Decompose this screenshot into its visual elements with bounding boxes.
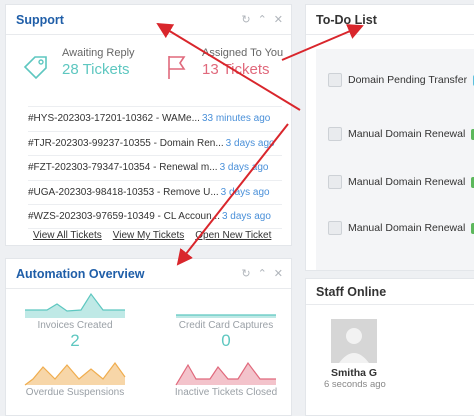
todo-panel-title: To-Do List bbox=[316, 12, 377, 27]
collapse-icon[interactable]: ⌃ bbox=[258, 267, 267, 280]
ticket-row[interactable]: #WZS-202303-97659-10349 - CL Accoun... 3… bbox=[28, 204, 282, 229]
todo-item-label: Manual Domain Renewal bbox=[348, 128, 466, 140]
todo-checkbox[interactable] bbox=[328, 175, 342, 189]
ticket-time: 3 days ago bbox=[219, 162, 269, 174]
staff-panel-title: Staff Online bbox=[316, 284, 387, 299]
todo-item[interactable]: Manual Domain Renewal P bbox=[328, 221, 474, 235]
credit-card-captures-value: 0 bbox=[221, 331, 231, 350]
view-all-tickets-link[interactable]: View All Tickets bbox=[33, 230, 102, 241]
todo-item[interactable]: Manual Domain Renewal P bbox=[328, 175, 474, 189]
view-my-tickets-link[interactable]: View My Tickets bbox=[113, 230, 185, 241]
support-panel-header: Support ↻ ⌃ ✕ bbox=[6, 5, 291, 35]
automation-overview-panel: Automation Overview ↻ ⌃ ✕ Invoices Creat… bbox=[5, 258, 292, 416]
todo-list-body: Domain Pending Transfer Manual Domain Re… bbox=[316, 49, 474, 270]
collapse-icon[interactable]: ⌃ bbox=[258, 13, 267, 26]
credit-card-captures-stat: Credit Card Captures 0 bbox=[171, 290, 281, 351]
todo-item[interactable]: Manual Domain Renewal P bbox=[328, 127, 474, 141]
assigned-to-you-stat[interactable]: Assigned To You 13 Tickets bbox=[166, 47, 283, 81]
avatar bbox=[331, 319, 377, 363]
overdue-sparkline bbox=[24, 361, 126, 386]
support-panel-title: Support bbox=[16, 12, 64, 27]
ticket-subject[interactable]: #FZT-202303-79347-10354 - Renewal m... bbox=[28, 162, 218, 173]
tag-icon bbox=[23, 56, 47, 80]
inactive-tickets-sparkline bbox=[175, 361, 276, 386]
close-icon[interactable]: ✕ bbox=[274, 267, 283, 280]
ticket-time: 3 days ago bbox=[225, 137, 275, 149]
staff-name: Smitha G bbox=[330, 367, 378, 379]
staff-member-card[interactable]: Smitha G 6 seconds ago bbox=[324, 319, 386, 390]
close-icon[interactable]: ✕ bbox=[274, 13, 283, 26]
refresh-icon[interactable]: ↻ bbox=[241, 267, 250, 280]
ticket-subject[interactable]: #TJR-202303-99237-10355 - Domain Ren... bbox=[28, 138, 224, 149]
invoices-created-value: 2 bbox=[70, 331, 80, 350]
ticket-row[interactable]: #TJR-202303-99237-10355 - Domain Ren... … bbox=[28, 130, 282, 156]
support-links: View All Tickets View My Tickets Open Ne… bbox=[33, 230, 271, 241]
flag-icon bbox=[168, 56, 186, 79]
inactive-tickets-closed-stat: Inactive Tickets Closed bbox=[171, 357, 281, 398]
ticket-time: 33 minutes ago bbox=[201, 113, 271, 125]
assigned-to-you-label: Assigned To You bbox=[202, 47, 284, 59]
automation-panel-title: Automation Overview bbox=[16, 266, 145, 281]
staff-online-panel: Staff Online Smitha G 6 seconds ago bbox=[305, 278, 474, 416]
invoices-created-stat: Invoices Created 2 bbox=[20, 290, 130, 351]
staff-panel-header: Staff Online bbox=[306, 279, 474, 305]
staff-last-seen: 6 seconds ago bbox=[324, 379, 386, 390]
assigned-to-you-value: 13 Tickets bbox=[202, 61, 270, 78]
ticket-subject[interactable]: #HYS-202303-17201-10362 - WAMe... bbox=[28, 113, 200, 124]
ticket-time: 3 days ago bbox=[220, 186, 270, 198]
ticket-row[interactable]: #UGA-202303-98418-10353 - Remove U... 3 … bbox=[28, 179, 282, 205]
awaiting-reply-stat[interactable]: Awaiting Reply 28 Tickets bbox=[22, 47, 135, 81]
ticket-subject[interactable]: #UGA-202303-98418-10353 - Remove U... bbox=[28, 187, 219, 198]
ticket-time: 3 days ago bbox=[221, 210, 271, 222]
refresh-icon[interactable]: ↻ bbox=[241, 13, 250, 26]
credit-card-sparkline bbox=[176, 314, 276, 318]
todo-item-label: Manual Domain Renewal bbox=[348, 222, 466, 234]
todo-checkbox[interactable] bbox=[328, 127, 342, 141]
ticket-list: #HYS-202303-17201-10362 - WAMe... 33 min… bbox=[28, 106, 282, 229]
awaiting-reply-value: 28 Tickets bbox=[62, 61, 130, 78]
ticket-row[interactable]: #HYS-202303-17201-10362 - WAMe... 33 min… bbox=[28, 106, 282, 131]
awaiting-reply-label: Awaiting Reply bbox=[62, 47, 135, 59]
invoices-sparkline bbox=[25, 292, 125, 318]
ticket-subject[interactable]: #WZS-202303-97659-10349 - CL Accoun... bbox=[28, 211, 220, 222]
todo-item-label: Domain Pending Transfer bbox=[348, 74, 468, 86]
todo-checkbox[interactable] bbox=[328, 221, 342, 235]
todo-list-panel: To-Do List Domain Pending Transfer Manua… bbox=[305, 4, 474, 271]
open-new-ticket-link[interactable]: Open New Ticket bbox=[195, 230, 271, 241]
todo-panel-header: To-Do List bbox=[306, 5, 474, 35]
credit-card-captures-label: Credit Card Captures bbox=[178, 320, 274, 331]
todo-checkbox[interactable] bbox=[328, 73, 342, 87]
overdue-suspensions-label: Overdue Suspensions bbox=[25, 387, 125, 398]
todo-item[interactable]: Domain Pending Transfer bbox=[328, 73, 474, 87]
ticket-row[interactable]: #FZT-202303-79347-10354 - Renewal m... 3… bbox=[28, 155, 282, 180]
automation-panel-header: Automation Overview ↻ ⌃ ✕ bbox=[6, 259, 291, 289]
todo-item-label: Manual Domain Renewal bbox=[348, 176, 466, 188]
support-panel: Support ↻ ⌃ ✕ Awaiting Reply 28 Tickets … bbox=[5, 4, 292, 246]
invoices-created-label: Invoices Created bbox=[37, 320, 113, 331]
overdue-suspensions-stat: Overdue Suspensions bbox=[20, 357, 130, 398]
inactive-tickets-closed-label: Inactive Tickets Closed bbox=[174, 387, 278, 398]
